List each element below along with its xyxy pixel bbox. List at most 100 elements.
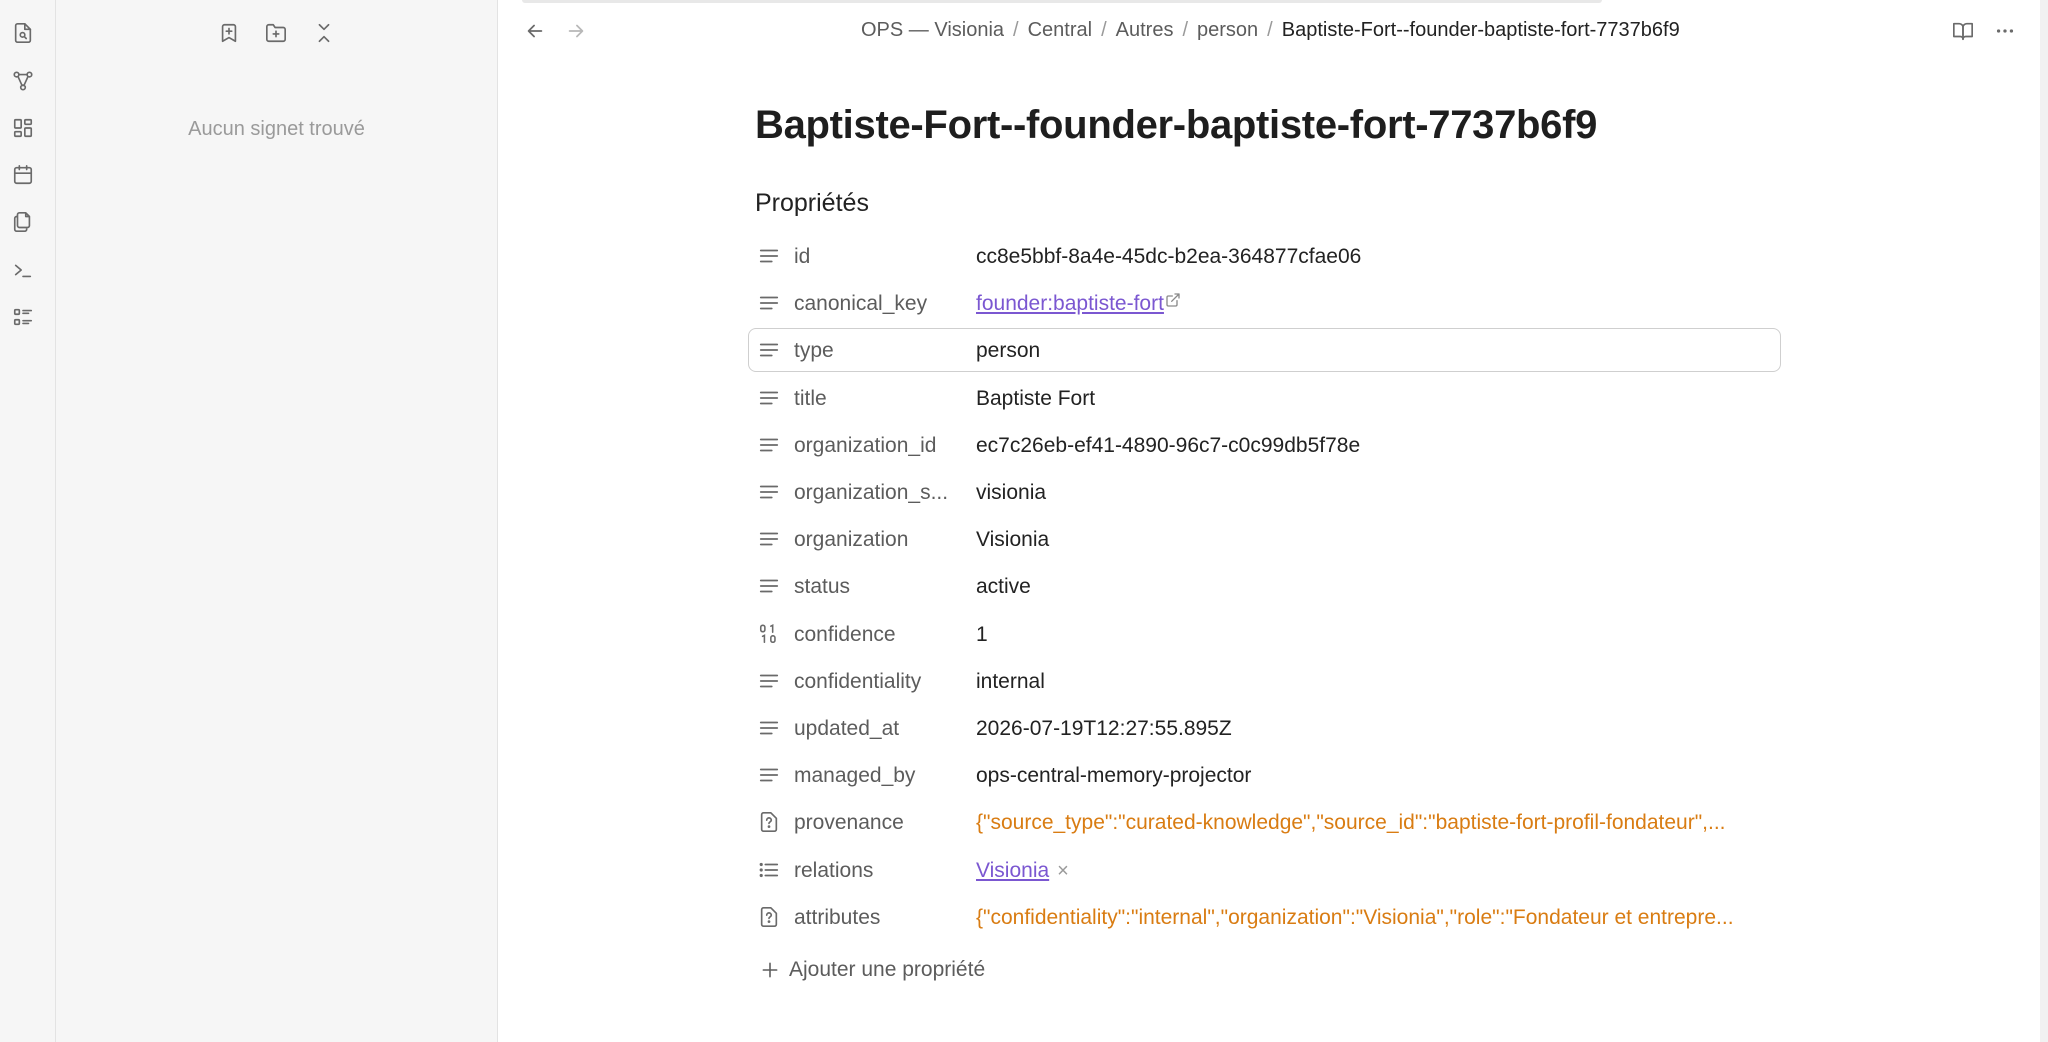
property-type-text-icon[interactable] bbox=[757, 291, 781, 315]
property-value[interactable]: Visionia × bbox=[976, 859, 1776, 883]
breadcrumb-separator: / bbox=[1267, 18, 1273, 41]
breadcrumb-folder-person[interactable]: person bbox=[1197, 19, 1258, 42]
property-key[interactable]: organization bbox=[794, 528, 956, 552]
property-value[interactable]: founder:baptiste-fort bbox=[976, 292, 1776, 316]
search-file-icon[interactable] bbox=[7, 17, 39, 49]
more-horizontal-icon bbox=[1996, 29, 2014, 33]
remove-item-icon[interactable]: × bbox=[1057, 860, 1069, 882]
property-value[interactable]: visionia bbox=[976, 481, 1776, 505]
breadcrumb-vault[interactable]: OPS — Visionia bbox=[861, 19, 1004, 42]
property-type-text-icon[interactable] bbox=[757, 386, 781, 410]
properties-heading[interactable]: Propriétés bbox=[755, 189, 869, 218]
property-key[interactable]: relations bbox=[794, 859, 956, 883]
property-row-organization-id[interactable]: organization_id ec7c26eb-ef41-4890-96c7-c… bbox=[748, 423, 1781, 467]
property-type-text-icon[interactable] bbox=[757, 244, 781, 268]
forward-button[interactable] bbox=[559, 14, 593, 48]
property-key[interactable]: type bbox=[794, 339, 956, 363]
property-key[interactable]: confidence bbox=[794, 623, 956, 647]
property-type-list-icon[interactable] bbox=[757, 858, 781, 882]
property-row-organization-s[interactable]: organization_s... visionia bbox=[748, 470, 1781, 514]
reading-view-button[interactable] bbox=[1946, 14, 1980, 48]
property-key[interactable]: managed_by bbox=[794, 764, 956, 788]
add-bookmark-icon[interactable] bbox=[212, 16, 246, 50]
property-value[interactable]: Baptiste Fort bbox=[976, 387, 1776, 411]
property-key[interactable]: canonical_key bbox=[794, 292, 956, 316]
copy-icon[interactable] bbox=[7, 206, 39, 238]
property-row-managed-by[interactable]: managed_by ops-central-memory-projector bbox=[748, 753, 1781, 797]
main-editor: OPS — Visionia / Central / Autres / pers… bbox=[498, 0, 2048, 1042]
property-key[interactable]: confidentiality bbox=[794, 670, 956, 694]
property-type-text-icon[interactable] bbox=[757, 763, 781, 787]
breadcrumb-folder-central[interactable]: Central bbox=[1028, 19, 1092, 42]
property-type-text-icon[interactable] bbox=[757, 574, 781, 598]
property-value[interactable]: {"source_type":"curated-knowledge","sour… bbox=[976, 811, 1776, 835]
property-row-type[interactable]: type person bbox=[748, 328, 1781, 373]
property-row-updated-at[interactable]: updated_at 2026-07-19T12:27:55.895Z bbox=[748, 706, 1781, 750]
back-button[interactable] bbox=[518, 14, 552, 48]
breadcrumb-current-note[interactable]: Baptiste-Fort--founder-baptiste-fort-773… bbox=[1282, 19, 1680, 42]
add-property-button[interactable]: Ajouter une propriété bbox=[755, 953, 985, 987]
property-row-provenance[interactable]: provenance {"source_type":"curated-knowle… bbox=[748, 800, 1781, 844]
property-row-title[interactable]: title Baptiste Fort bbox=[748, 376, 1781, 420]
property-key[interactable]: organization_id bbox=[794, 434, 956, 458]
arrow-right-icon bbox=[568, 24, 584, 38]
breadcrumb: OPS — Visionia / Central / Autres / pers… bbox=[861, 17, 1680, 43]
graph-icon[interactable] bbox=[7, 65, 39, 97]
new-folder-icon[interactable] bbox=[259, 16, 293, 50]
plus-icon bbox=[755, 960, 785, 980]
property-value[interactable]: active bbox=[976, 575, 1776, 599]
property-row-relations[interactable]: relations Visionia × bbox=[748, 848, 1781, 892]
note-title[interactable]: Baptiste-Fort--founder-baptiste-fort-773… bbox=[755, 103, 1597, 148]
add-property-label: Ajouter une propriété bbox=[789, 958, 986, 981]
vertical-scrollbar[interactable] bbox=[2040, 0, 2048, 1042]
list-icon[interactable] bbox=[7, 301, 39, 333]
tab-strip-edge bbox=[498, 0, 2048, 3]
property-value[interactable]: person bbox=[976, 339, 1776, 363]
property-value[interactable]: ec7c26eb-ef41-4890-96c7-c0c99db5f78e bbox=[976, 434, 1776, 458]
property-type-unknown-type-icon[interactable] bbox=[757, 905, 781, 929]
property-key[interactable]: id bbox=[794, 245, 956, 269]
property-type-text-icon[interactable] bbox=[757, 433, 781, 457]
property-type-unknown-type-icon[interactable] bbox=[757, 810, 781, 834]
property-value[interactable]: {"confidentiality":"internal","organizat… bbox=[976, 906, 1776, 930]
property-row-organization[interactable]: organization Visionia bbox=[748, 517, 1781, 561]
property-key[interactable]: organization_s... bbox=[794, 481, 956, 505]
property-link[interactable]: Visionia bbox=[976, 859, 1049, 882]
property-type-text-icon[interactable] bbox=[757, 669, 781, 693]
breadcrumb-separator: / bbox=[1013, 18, 1019, 41]
external-link-icon bbox=[1164, 292, 1181, 315]
property-row-id[interactable]: id cc8e5bbf-8a4e-45dc-b2ea-364877cfae06 bbox=[748, 234, 1781, 278]
property-row-attributes[interactable]: attributes {"confidentiality":"internal",… bbox=[748, 895, 1781, 939]
property-key[interactable]: attributes bbox=[794, 906, 956, 930]
property-value[interactable]: 1 bbox=[976, 623, 1776, 647]
property-row-canonical-key[interactable]: canonical_key founder:baptiste-fort bbox=[748, 281, 1781, 325]
property-key[interactable]: status bbox=[794, 575, 956, 599]
property-value[interactable]: cc8e5bbf-8a4e-45dc-b2ea-364877cfae06 bbox=[976, 245, 1776, 269]
bookmarks-sidebar: Aucun signet trouvé bbox=[56, 0, 498, 1042]
terminal-icon[interactable] bbox=[7, 254, 39, 286]
calendar-icon[interactable] bbox=[7, 159, 39, 191]
property-type-text-icon[interactable] bbox=[757, 716, 781, 740]
property-link[interactable]: founder:baptiste-fort bbox=[976, 292, 1164, 315]
property-type-text-icon[interactable] bbox=[757, 480, 781, 504]
property-value[interactable]: ops-central-memory-projector bbox=[976, 764, 1776, 788]
property-type-number-icon[interactable] bbox=[757, 622, 781, 646]
property-value[interactable]: internal bbox=[976, 670, 1776, 694]
book-open-icon bbox=[1953, 22, 1973, 41]
property-type-text-icon[interactable] bbox=[757, 527, 781, 551]
collapse-all-icon[interactable] bbox=[307, 16, 341, 50]
property-key[interactable]: provenance bbox=[794, 811, 956, 835]
property-key[interactable]: title bbox=[794, 387, 956, 411]
breadcrumb-folder-autres[interactable]: Autres bbox=[1116, 19, 1174, 42]
arrow-left-icon bbox=[527, 24, 543, 38]
property-key[interactable]: updated_at bbox=[794, 717, 956, 741]
property-type-text-icon[interactable] bbox=[757, 338, 781, 362]
property-row-status[interactable]: status active bbox=[748, 564, 1781, 608]
property-value[interactable]: 2026-07-19T12:27:55.895Z bbox=[976, 717, 1776, 741]
property-row-confidentiality[interactable]: confidentiality internal bbox=[748, 659, 1781, 703]
more-options-button[interactable] bbox=[1988, 14, 2022, 48]
property-row-confidence[interactable]: confidence 1 bbox=[748, 612, 1781, 656]
breadcrumb-separator: / bbox=[1182, 18, 1189, 41]
property-value[interactable]: Visionia bbox=[976, 528, 1776, 552]
canvas-icon[interactable] bbox=[7, 112, 39, 144]
